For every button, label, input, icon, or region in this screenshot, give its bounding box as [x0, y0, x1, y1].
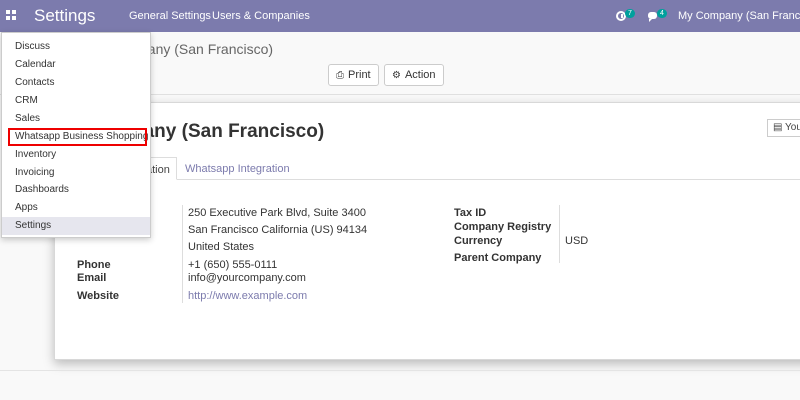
menu-item-sales[interactable]: Sales — [2, 110, 150, 128]
messages-badge: 4 — [657, 9, 667, 18]
company-name-title: pany (San Francisco) — [132, 121, 325, 142]
menu-item-dashboards[interactable]: Dashboards — [2, 181, 150, 199]
gear-icon: ⚙ — [392, 69, 401, 81]
phone-value: +1 (650) 555-0111 — [188, 259, 278, 271]
stat-label: You — [785, 122, 800, 133]
left-group-divider — [182, 205, 183, 303]
menu-item-inventory[interactable]: Inventory — [2, 146, 150, 164]
phone-label: Phone — [77, 259, 111, 271]
tax-id-label: Tax ID — [454, 207, 487, 219]
parent-company-label: Parent Company — [454, 252, 542, 264]
menu-item-invoicing[interactable]: Invoicing — [2, 164, 150, 182]
tab-whatsapp-integration[interactable]: Whatsapp Integration — [185, 163, 290, 175]
menu-item-apps[interactable]: Apps — [2, 199, 150, 217]
print-icon: ⎙ — [336, 69, 344, 81]
website-label: Website — [77, 290, 119, 302]
activity-badge: 7 — [625, 9, 635, 18]
stat-icon: ▤ — [773, 122, 786, 133]
messaging-menu[interactable]: 4 — [648, 9, 668, 24]
right-group-divider — [559, 205, 560, 263]
address-country: United States — [188, 241, 255, 253]
company-switcher[interactable]: My Company (San Francisco) — [678, 10, 800, 22]
website-link[interactable]: http://www.example.com — [188, 290, 307, 302]
action-label: Action — [404, 69, 436, 81]
currency-value: USD — [565, 235, 589, 247]
apps-dropdown: Discuss Calendar Contacts CRM Sales What… — [1, 32, 151, 238]
menu-item-discuss[interactable]: Discuss — [2, 38, 150, 56]
address-city: San Francisco California (US) 94134 — [188, 224, 368, 236]
menu-item-whatsapp-business-shopping[interactable]: Whatsapp Business Shopping — [8, 128, 148, 146]
footer-divider — [0, 370, 800, 371]
menu-item-settings[interactable]: Settings — [2, 217, 150, 235]
company-registry-label: Company Registry — [454, 221, 552, 233]
app-brand[interactable]: Settings — [34, 6, 95, 26]
nav-general-settings[interactable]: General Settings — [129, 10, 211, 22]
email-label: Email — [77, 272, 107, 284]
menu-item-contacts[interactable]: Contacts — [2, 74, 150, 92]
print-label: Print — [348, 69, 371, 81]
print-button[interactable]: ⎙ Print — [328, 64, 379, 86]
nav-users-companies[interactable]: Users & Companies — [212, 10, 310, 22]
apps-menu-icon[interactable] — [6, 10, 16, 20]
address-street: 250 Executive Park Blvd, Suite 3400 — [188, 207, 366, 219]
activity-menu[interactable]: 7 — [616, 9, 636, 24]
menu-item-crm[interactable]: CRM — [2, 92, 150, 110]
menu-item-calendar[interactable]: Calendar — [2, 56, 150, 74]
chat-icon — [648, 12, 657, 22]
stat-button[interactable]: ▤ You — [767, 119, 800, 137]
currency-label: Currency — [454, 235, 503, 247]
breadcrumb-title: pany (San Francisco) — [140, 41, 274, 57]
top-navbar: Settings General Settings Users & Compan… — [0, 0, 800, 32]
email-value: info@yourcompany.com — [188, 272, 306, 284]
action-button[interactable]: ⚙ Action — [384, 64, 444, 86]
